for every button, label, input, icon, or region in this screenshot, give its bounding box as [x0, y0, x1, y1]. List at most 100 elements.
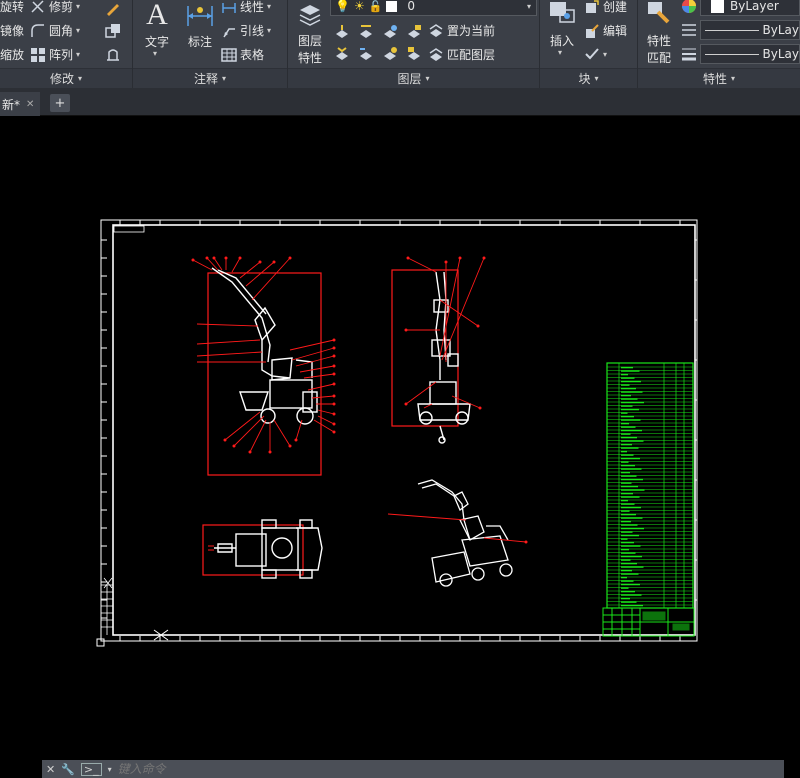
command-line[interactable]: ✕ 🔧 >_ ▾ — [42, 760, 784, 778]
trim-icon — [30, 0, 46, 15]
array-button[interactable]: 阵列 ▾ — [30, 46, 80, 63]
table-button[interactable]: 表格 — [221, 46, 264, 63]
fillet-button[interactable]: 圆角 ▾ — [30, 22, 80, 39]
layer-color-swatch — [386, 0, 398, 12]
linetype-value: ByLay — [762, 23, 799, 37]
create-block-button[interactable]: 创建 — [584, 0, 627, 15]
text-button[interactable]: A 文字 ▾ — [141, 0, 173, 64]
command-input[interactable] — [117, 762, 718, 776]
title-block — [602, 607, 695, 637]
layer-properties-button[interactable]: 图层 特性 — [292, 0, 328, 65]
lineweight-sample — [705, 53, 759, 55]
edit-block-button[interactable]: 编辑 — [584, 22, 627, 39]
chevron-down-icon: ▾ — [76, 2, 81, 11]
color-swatch — [711, 0, 724, 13]
front-view — [191, 256, 336, 476]
drawing-svg[interactable] — [0, 117, 800, 758]
trim-label: 修剪 — [49, 0, 74, 14]
rotate-button[interactable]: 旋转 — [0, 0, 24, 15]
chevron-down-icon: ▾ — [526, 1, 531, 11]
block-panel-title[interactable]: 块 ▾ — [540, 68, 637, 88]
chevron-down-icon: ▾ — [76, 26, 81, 35]
chevron-down-icon: ▾ — [76, 50, 81, 59]
sheet-ticks-bottom — [119, 220, 697, 641]
layer-freeze-icon[interactable] — [382, 24, 398, 43]
text-label: 文字 — [144, 35, 169, 49]
chevron-down-icon: ▾ — [603, 49, 608, 59]
layer-unisolate-icon[interactable] — [358, 46, 374, 65]
document-tab-bar: 新* ✕ + — [0, 88, 800, 116]
properties-panel-title[interactable]: 特性 ▾ — [638, 68, 800, 88]
copy-icon[interactable] — [105, 23, 121, 39]
unlock-icon: 🔓 — [368, 0, 383, 13]
color-wheel-icon[interactable] — [681, 0, 697, 17]
chevron-down-icon: ▾ — [267, 2, 272, 11]
mirror-button[interactable]: 镜像 — [0, 22, 24, 39]
layer-properties-label-1: 图层 — [297, 34, 322, 48]
fillet-label: 圆角 — [49, 24, 74, 38]
chevron-down-icon: ▾ — [558, 48, 563, 57]
lineweight-dropdown[interactable]: ByLay — [700, 44, 800, 64]
layer-lock-icon[interactable] — [406, 24, 422, 43]
text-large-a-icon: A — [146, 0, 168, 31]
layer-properties-label-2: 特性 — [297, 51, 322, 65]
linetype-icon[interactable] — [681, 22, 697, 41]
current-layer-name: 0 — [407, 0, 416, 13]
document-tab[interactable]: 新* ✕ — [0, 92, 40, 116]
layer-thaw-icon[interactable] — [382, 46, 398, 65]
layer-unlock-icon[interactable] — [406, 46, 422, 65]
match-properties-label-1: 特性 — [646, 34, 671, 48]
new-tab-button[interactable]: + — [50, 94, 70, 112]
chevron-down-icon: ▾ — [425, 74, 430, 83]
add-icon: + — [54, 95, 66, 111]
close-icon[interactable]: ✕ — [46, 763, 55, 776]
layer-off-icon[interactable] — [334, 24, 350, 43]
isometric-view — [387, 479, 528, 587]
stretch-icon[interactable] — [105, 46, 121, 62]
match-layer-button[interactable]: 匹配图层 — [428, 46, 495, 63]
close-tab-icon[interactable]: ✕ — [26, 99, 34, 110]
dimension-button[interactable]: 标注 — [183, 0, 217, 64]
set-current-button[interactable]: 置为当前 — [428, 22, 495, 39]
table-label: 表格 — [240, 48, 265, 62]
insert-block-button[interactable]: 插入 ▾ — [544, 0, 580, 64]
set-current-icon — [428, 23, 444, 39]
modify-title-text: 修改 — [49, 72, 74, 86]
layers-title-text: 图层 — [397, 72, 422, 86]
linear-dimension-icon — [221, 0, 237, 15]
pencil-icon[interactable] — [105, 0, 121, 16]
create-label: 创建 — [603, 0, 628, 14]
chevron-down-icon: ▾ — [78, 74, 83, 83]
chevron-down-icon: ▾ — [153, 49, 158, 58]
leader-label: 引线 — [240, 24, 265, 38]
drawing-canvas[interactable] — [0, 117, 800, 758]
trim-button[interactable]: 修剪 ▾ — [30, 0, 80, 15]
match-properties-button[interactable]: 特性 匹配 — [642, 0, 676, 65]
linear-button[interactable]: 线性 ▾ — [221, 0, 271, 15]
block-title-text: 块 — [578, 72, 591, 86]
edit-block-icon — [584, 23, 600, 39]
scale-button[interactable]: 缩放 — [0, 46, 24, 63]
sun-icon: ☀ — [353, 0, 365, 13]
match-properties-label-2: 匹配 — [646, 51, 671, 65]
color-dropdown[interactable]: ByLayer — [700, 0, 800, 16]
layer-dropdown[interactable]: 💡 ☀ 🔓 0 ▾ — [330, 0, 537, 16]
layer-on-icon[interactable] — [334, 46, 350, 65]
side-view — [391, 256, 486, 444]
chevron-down-icon: ▾ — [594, 74, 599, 83]
layer-isolate-icon[interactable] — [358, 24, 374, 43]
chevron-down-icon: ▾ — [731, 74, 736, 83]
annotation-panel-title[interactable]: 注释 ▾ — [133, 68, 287, 88]
mirror-label: 镜像 — [0, 24, 25, 38]
document-tab-label: 新* — [2, 97, 21, 112]
block-attribute-button[interactable]: ▾ — [584, 46, 607, 62]
layers-panel-title[interactable]: 图层 ▾ — [288, 68, 539, 88]
chevron-down-icon[interactable]: ▾ — [108, 765, 112, 774]
wrench-icon[interactable]: 🔧 — [61, 763, 75, 776]
lineweight-icon[interactable] — [681, 46, 697, 65]
array-icon — [30, 47, 46, 63]
color-value: ByLayer — [730, 0, 779, 13]
modify-panel-title[interactable]: 修改 ▾ — [0, 68, 132, 88]
leader-button[interactable]: 引线 ▾ — [221, 22, 271, 39]
linetype-dropdown[interactable]: ByLay — [700, 20, 800, 40]
